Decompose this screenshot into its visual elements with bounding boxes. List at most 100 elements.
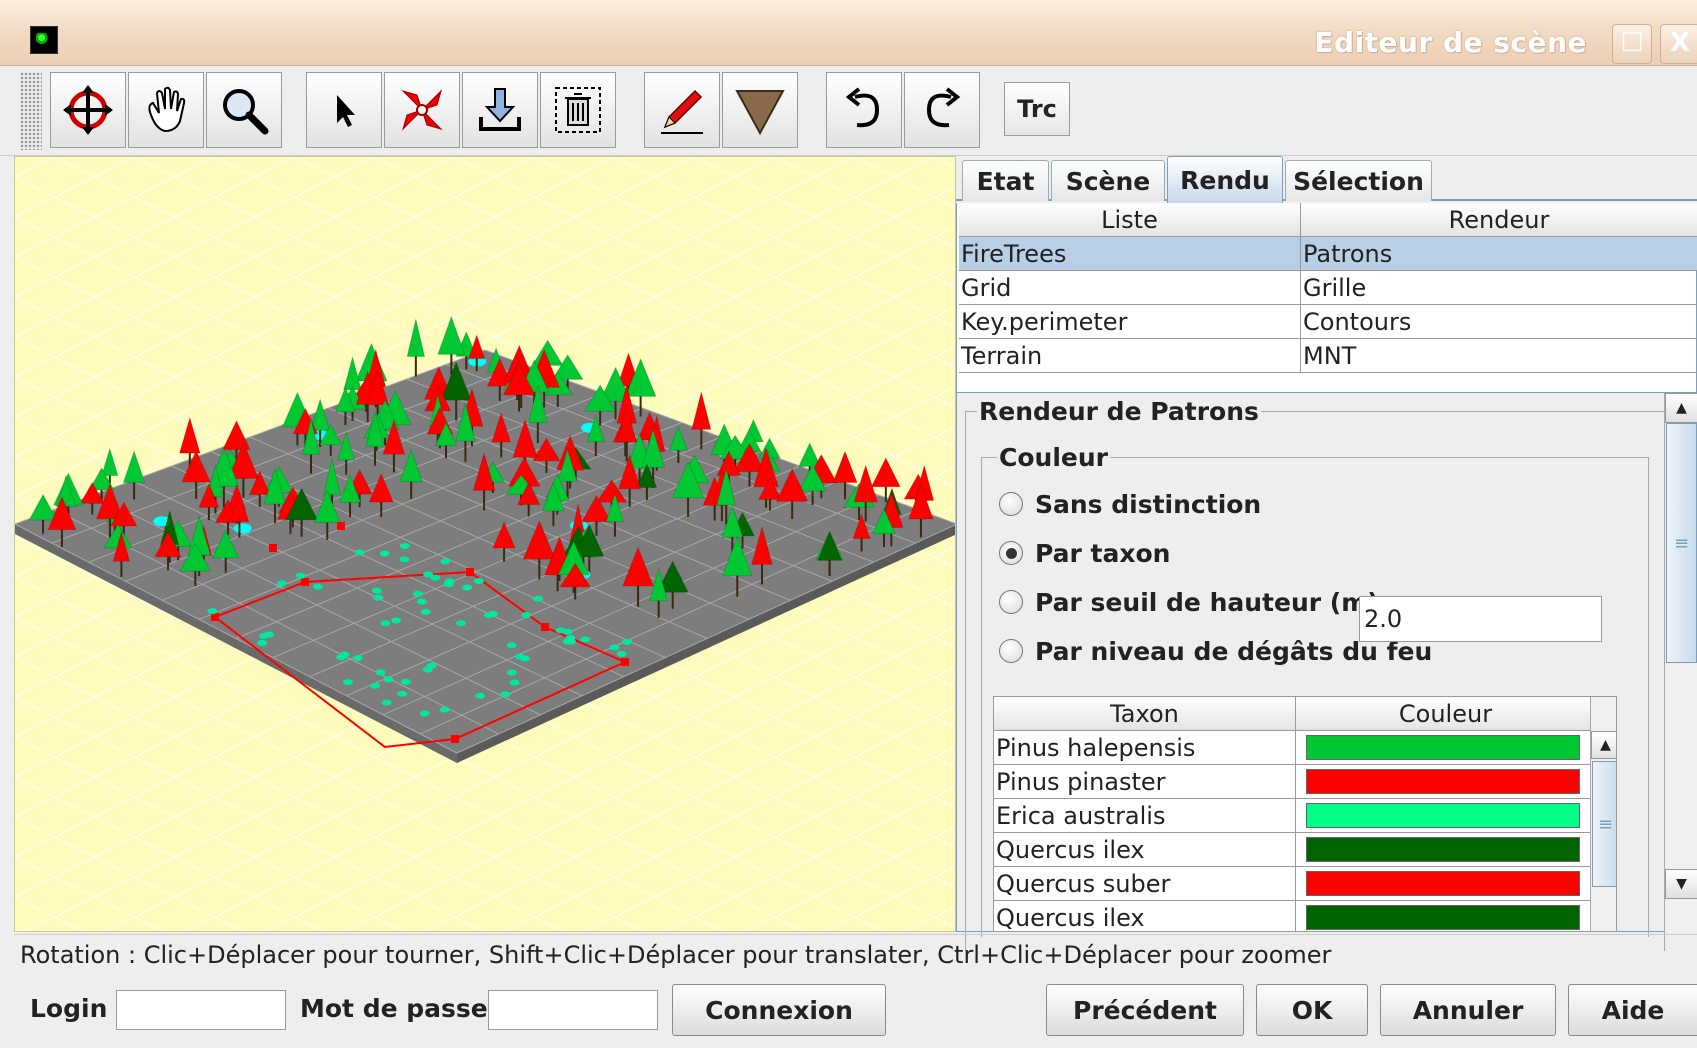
pencil-icon bbox=[661, 89, 703, 134]
cell-liste: FireTrees bbox=[959, 237, 1301, 271]
title-bar: Editeur de scène ☐ X bbox=[0, 0, 1697, 66]
scroll-thumb[interactable]: ≡ bbox=[1666, 423, 1697, 663]
color-swatch[interactable] bbox=[1306, 905, 1580, 930]
cell-rendeur: Patrons bbox=[1303, 240, 1393, 268]
seedling bbox=[419, 710, 430, 717]
seedling bbox=[562, 628, 573, 635]
app-icon bbox=[30, 26, 58, 54]
color-swatch[interactable] bbox=[1306, 803, 1580, 828]
seedling bbox=[342, 679, 353, 686]
radio-sans-distinction[interactable]: Sans distinction bbox=[999, 487, 1261, 521]
scene-canvas[interactable] bbox=[15, 157, 956, 932]
table-row[interactable]: Terrain MNT bbox=[959, 339, 1697, 373]
radio-label: Par taxon bbox=[1035, 538, 1171, 568]
scroll-up-icon[interactable]: ▲ bbox=[1665, 393, 1697, 423]
column-header-couleur[interactable]: Couleur bbox=[1296, 697, 1596, 731]
trc-button[interactable]: Trc bbox=[1004, 82, 1070, 136]
connect-button[interactable]: Connexion bbox=[672, 984, 886, 1036]
seedling bbox=[352, 655, 363, 662]
seedling bbox=[276, 580, 287, 587]
tab-etat[interactable]: Etat bbox=[962, 160, 1049, 201]
radio-button-checked[interactable] bbox=[999, 541, 1023, 565]
table-row[interactable]: Quercus ilex bbox=[994, 901, 1597, 931]
height-threshold-input[interactable]: 2.0 bbox=[1359, 596, 1602, 642]
color-swatch[interactable] bbox=[1306, 837, 1580, 862]
seedling bbox=[396, 690, 407, 697]
scroll-down-icon[interactable]: ▼ bbox=[1665, 869, 1697, 899]
ok-button[interactable]: OK bbox=[1256, 984, 1368, 1036]
seedling bbox=[483, 612, 494, 619]
table-row[interactable]: Pinus halepensis bbox=[994, 731, 1597, 765]
seedling bbox=[383, 676, 394, 683]
tab-scene[interactable]: Scène bbox=[1051, 160, 1165, 201]
tab-rendu[interactable]: Rendu bbox=[1167, 156, 1283, 203]
download-button[interactable] bbox=[462, 72, 538, 148]
previous-button[interactable]: Précédent bbox=[1046, 984, 1244, 1036]
color-swatch[interactable] bbox=[1306, 735, 1580, 760]
radio-par-seuil-hauteur[interactable]: Par seuil de hauteur (m) bbox=[999, 585, 1379, 619]
seedling bbox=[565, 638, 576, 645]
seedling bbox=[295, 572, 306, 579]
radio-button[interactable] bbox=[999, 492, 1023, 516]
seedling bbox=[509, 679, 520, 686]
column-header-liste[interactable]: Liste bbox=[959, 203, 1301, 237]
radio-button[interactable] bbox=[999, 590, 1023, 614]
cell-liste: Terrain bbox=[959, 339, 1301, 373]
seedling bbox=[506, 642, 517, 649]
scroll-up-icon[interactable]: ▲ bbox=[1591, 731, 1616, 759]
radio-button[interactable] bbox=[999, 639, 1023, 663]
seedling bbox=[416, 598, 427, 605]
cell-rendeur: Contours bbox=[1303, 308, 1412, 336]
rotate-button[interactable] bbox=[50, 72, 126, 148]
table-row[interactable]: FireTrees Patrons bbox=[959, 237, 1697, 271]
taxon-scrollbar[interactable]: ▲ ≡ bbox=[1590, 697, 1616, 931]
login-label: Login bbox=[30, 994, 108, 1023]
column-header-taxon[interactable]: Taxon bbox=[994, 697, 1296, 731]
table-row[interactable]: Key.perimeter Contours bbox=[959, 305, 1697, 339]
color-swatch[interactable] bbox=[1306, 871, 1580, 896]
seedling bbox=[372, 587, 383, 594]
redo-button[interactable] bbox=[904, 72, 980, 148]
undo-icon bbox=[845, 87, 880, 128]
cancel-button[interactable]: Annuler bbox=[1380, 984, 1556, 1036]
toolbar-grip[interactable] bbox=[20, 72, 42, 150]
radio-par-taxon[interactable]: Par taxon bbox=[999, 536, 1170, 570]
delete-button[interactable] bbox=[540, 72, 616, 148]
login-input[interactable] bbox=[116, 990, 286, 1030]
table-row[interactable]: Erica australis bbox=[994, 799, 1597, 833]
seedling bbox=[616, 650, 627, 657]
color-swatch[interactable] bbox=[1306, 769, 1580, 794]
undo-button[interactable] bbox=[826, 72, 902, 148]
column-header-rendeur[interactable]: Rendeur bbox=[1301, 203, 1697, 237]
help-button[interactable]: Aide bbox=[1568, 984, 1697, 1036]
table-row[interactable]: Grid Grille bbox=[959, 271, 1697, 305]
scene-viewport[interactable] bbox=[14, 156, 956, 932]
right-panel: Etat Scène Rendu Sélection Liste Rendeur… bbox=[956, 156, 1697, 951]
seedling bbox=[475, 692, 486, 699]
table-row[interactable]: Quercus suber bbox=[994, 867, 1597, 901]
radio-label: Par seuil de hauteur (m) bbox=[1035, 587, 1379, 617]
seedling bbox=[439, 706, 450, 713]
password-input[interactable] bbox=[488, 990, 658, 1030]
close-button[interactable]: X bbox=[1660, 24, 1697, 64]
table-row[interactable]: Pinus pinaster bbox=[994, 765, 1597, 799]
triangle-button[interactable] bbox=[722, 72, 798, 148]
seedling bbox=[462, 584, 473, 591]
pan-button[interactable] bbox=[128, 72, 204, 148]
seedling bbox=[506, 669, 517, 676]
zoom-button[interactable] bbox=[206, 72, 282, 148]
seedling bbox=[399, 556, 410, 563]
tab-selection[interactable]: Sélection bbox=[1285, 160, 1432, 201]
table-row[interactable]: Quercus ilex bbox=[994, 833, 1597, 867]
scroll-thumb[interactable]: ≡ bbox=[1592, 761, 1616, 887]
maximize-button[interactable]: ☐ bbox=[1612, 24, 1652, 64]
draw-button[interactable] bbox=[644, 72, 720, 148]
cell-rendeur: MNT bbox=[1303, 342, 1357, 370]
seedling bbox=[379, 550, 390, 557]
seedling bbox=[370, 682, 381, 689]
move-button[interactable] bbox=[384, 72, 460, 148]
select-button[interactable] bbox=[306, 72, 382, 148]
delete-icon bbox=[555, 87, 601, 133]
renderer-scrollbar[interactable]: ▲ ≡ ▼ bbox=[1664, 393, 1697, 933]
seedling bbox=[259, 632, 270, 639]
